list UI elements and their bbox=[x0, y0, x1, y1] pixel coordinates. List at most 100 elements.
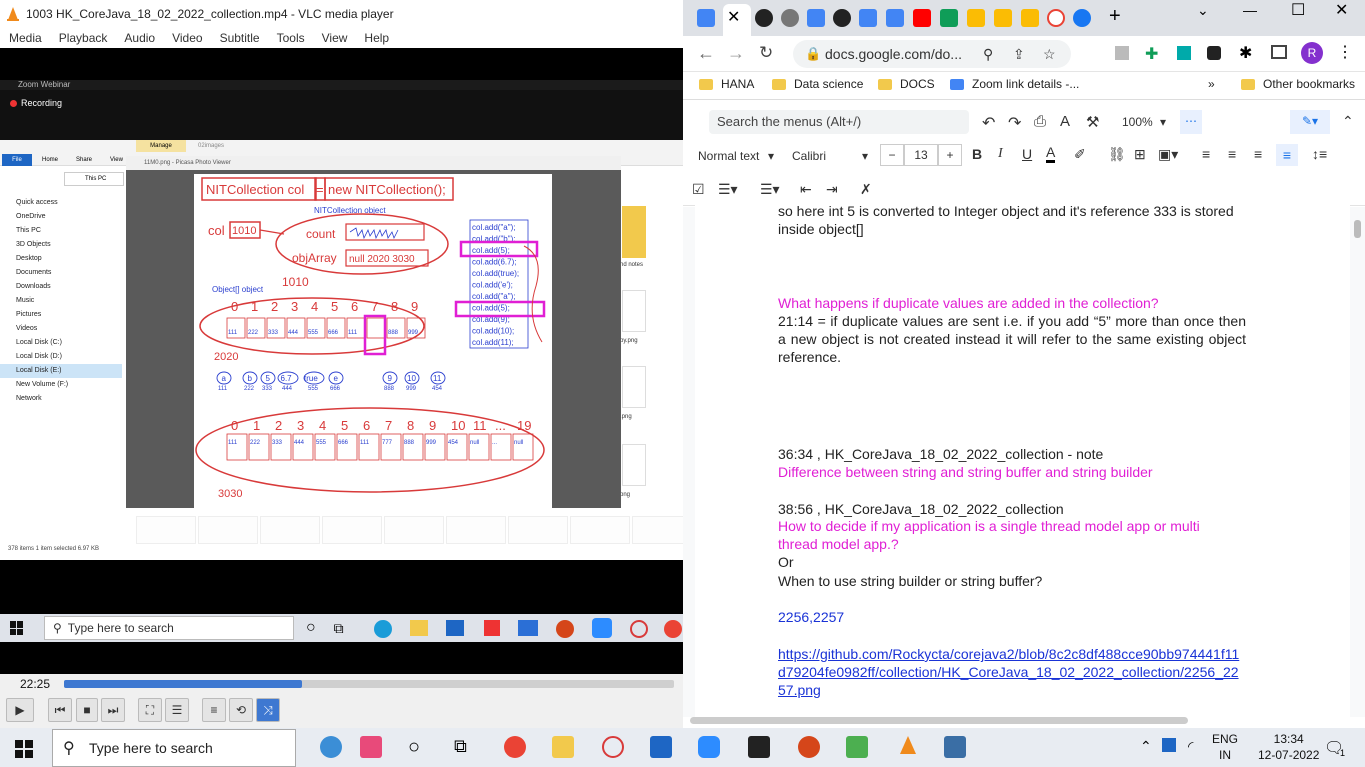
inner-search-box[interactable]: ⚲ Type here to search bbox=[44, 616, 294, 640]
play-button[interactable]: ▶ bbox=[6, 698, 34, 722]
docs-tab-icon[interactable] bbox=[886, 9, 904, 27]
vlc-menu-subtitle[interactable]: Subtitle bbox=[220, 31, 260, 45]
app-chart-icon[interactable] bbox=[360, 736, 382, 758]
link-icon[interactable]: ⛓ bbox=[1108, 146, 1126, 163]
spellcheck-icon[interactable]: A bbox=[1060, 113, 1070, 130]
bookmark-hana[interactable]: HANA bbox=[699, 77, 754, 91]
task-view-icon[interactable]: ⧉ bbox=[454, 736, 467, 757]
store-taskbar-icon[interactable] bbox=[650, 736, 672, 758]
sticky-notes-taskbar-icon[interactable] bbox=[748, 736, 770, 758]
playlist-button[interactable]: ≡ bbox=[202, 698, 226, 722]
back-icon[interactable]: ← bbox=[697, 43, 715, 64]
extension-icon[interactable] bbox=[1207, 46, 1221, 60]
inner-chrome-icon[interactable] bbox=[664, 620, 682, 638]
chevron-down-icon[interactable]: ▾ bbox=[1160, 115, 1166, 129]
tray-app-icon[interactable] bbox=[1162, 738, 1176, 752]
align-left-icon[interactable]: ≡ bbox=[1202, 146, 1210, 162]
comment-icon[interactable]: ⊞ bbox=[1134, 146, 1146, 163]
collapse-toolbar-icon[interactable]: ⌃ bbox=[1342, 113, 1354, 130]
github-tab-icon[interactable] bbox=[755, 9, 773, 27]
explorer-view-tab[interactable]: View bbox=[110, 154, 123, 166]
menu-search-input[interactable]: Search the menus (Alt+/) bbox=[709, 110, 969, 134]
inner-zoom-icon[interactable] bbox=[592, 618, 612, 638]
checklist-icon[interactable]: ☑ bbox=[692, 181, 705, 198]
inner-record-icon[interactable] bbox=[556, 620, 574, 638]
chrome-taskbar-icon[interactable] bbox=[504, 736, 526, 758]
filmstrip-thumb[interactable] bbox=[198, 516, 258, 544]
explorer-breadcrumb[interactable]: This PC bbox=[64, 172, 124, 186]
bulleted-list-icon[interactable]: ☰▾ bbox=[718, 181, 738, 198]
vlc-taskbar-icon[interactable] bbox=[896, 734, 920, 758]
explorer-nav-item[interactable]: Local Disk (C:) bbox=[0, 336, 122, 350]
share-icon[interactable]: ⇪ bbox=[1013, 40, 1025, 68]
align-center-icon[interactable]: ≡ bbox=[1228, 146, 1236, 162]
bookmark-other[interactable]: Other bookmarks bbox=[1241, 77, 1355, 91]
inner-cortana-icon[interactable]: ○ bbox=[306, 619, 316, 637]
bold-icon[interactable]: B bbox=[972, 146, 982, 162]
folder-thumbnail[interactable] bbox=[622, 206, 646, 258]
inner-app-icon[interactable] bbox=[484, 620, 500, 636]
vlc-menu-media[interactable]: Media bbox=[9, 31, 42, 45]
filmstrip-thumb[interactable] bbox=[260, 516, 320, 544]
inner-snip-icon[interactable] bbox=[630, 620, 648, 638]
extended-settings-button[interactable]: ☰ bbox=[165, 698, 189, 722]
image-thumbnail[interactable] bbox=[622, 444, 646, 486]
clear-formatting-icon[interactable]: ✗ bbox=[860, 181, 872, 198]
stop-button[interactable]: ■ bbox=[76, 698, 98, 722]
photos-taskbar-icon[interactable] bbox=[944, 736, 966, 758]
google-tab-icon[interactable] bbox=[1047, 9, 1065, 27]
previous-button[interactable]: ⏮ bbox=[48, 698, 72, 722]
start-windows-icon[interactable] bbox=[15, 740, 33, 758]
vlc-menu-help[interactable]: Help bbox=[364, 31, 389, 45]
explorer-nav-item[interactable]: Quick access bbox=[0, 196, 122, 210]
facebook-tab-icon[interactable] bbox=[1073, 9, 1091, 27]
bookmark-data-science[interactable]: Data science bbox=[772, 77, 863, 91]
explorer-nav-item[interactable]: Music bbox=[0, 294, 122, 308]
explorer-nav-item[interactable]: Pictures bbox=[0, 308, 122, 322]
bookmark-zoom-link[interactable]: Zoom link details -... bbox=[950, 77, 1079, 91]
explorer-share-tab[interactable]: Share bbox=[76, 154, 92, 166]
doc-github-link[interactable]: https://github.com/Rockycta/corejava2/bl… bbox=[778, 645, 1246, 699]
inner-windows-icon[interactable] bbox=[10, 621, 24, 635]
zoom-taskbar-icon[interactable] bbox=[698, 736, 720, 758]
explorer-taskbar-icon[interactable] bbox=[552, 736, 574, 758]
underline-icon[interactable]: U bbox=[1022, 146, 1032, 162]
taskbar-search-box[interactable]: ⚲ Type here to search bbox=[52, 729, 296, 767]
language-indicator[interactable]: ENG IN bbox=[1212, 731, 1238, 763]
explorer-nav-item[interactable]: This PC bbox=[0, 224, 122, 238]
increase-indent-icon[interactable]: ⇥ bbox=[826, 181, 838, 198]
sheets-tab-icon[interactable] bbox=[940, 9, 958, 27]
forward-icon[interactable]: → bbox=[727, 43, 745, 64]
numbered-list-icon[interactable]: ☰▾ bbox=[760, 181, 780, 198]
zoom-lens-icon[interactable]: ⚲ bbox=[983, 40, 993, 68]
explorer-nav-item[interactable]: 3D Objects bbox=[0, 238, 122, 252]
tab-search-icon[interactable]: ⌄ bbox=[1197, 2, 1209, 19]
explorer-nav-item[interactable]: Desktop bbox=[0, 252, 122, 266]
align-right-icon[interactable]: ≡ bbox=[1254, 146, 1262, 162]
youtube-tab-icon[interactable] bbox=[913, 9, 931, 27]
filmstrip-thumb[interactable] bbox=[384, 516, 444, 544]
image-icon[interactable]: ▣▾ bbox=[1158, 146, 1178, 163]
inner-store-icon[interactable] bbox=[446, 620, 464, 636]
maximize-icon[interactable]: ☐ bbox=[1291, 0, 1305, 20]
omnibox[interactable]: 🔒 docs.google.com/do... ⚲ ⇪ ☆ bbox=[793, 40, 1071, 68]
extensions-puzzle-icon[interactable]: ✱ bbox=[1239, 43, 1252, 63]
drive-tab-icon[interactable] bbox=[967, 9, 985, 27]
inner-edge-icon[interactable] bbox=[374, 620, 392, 638]
font-size-increase-icon[interactable]: + bbox=[938, 144, 962, 166]
snipping-taskbar-icon[interactable] bbox=[602, 736, 624, 758]
docs-tab-icon[interactable] bbox=[859, 9, 877, 27]
paint-format-icon[interactable]: ⚒ bbox=[1086, 113, 1099, 131]
explorer-tab-manage[interactable]: Manage bbox=[136, 140, 186, 152]
explorer-nav-item-selected[interactable]: Local Disk (E:) bbox=[0, 364, 122, 378]
explorer-file-tab[interactable]: File bbox=[2, 154, 32, 166]
font-select[interactable]: Calibri bbox=[792, 149, 826, 163]
minimize-icon[interactable]: — bbox=[1243, 2, 1257, 18]
filmstrip-thumb[interactable] bbox=[446, 516, 506, 544]
horizontal-scrollbar[interactable] bbox=[690, 717, 1188, 724]
loop-button[interactable]: ⟲ bbox=[229, 698, 253, 722]
chevron-down-icon[interactable]: ▾ bbox=[862, 149, 868, 163]
cortana-icon[interactable]: ○ bbox=[408, 736, 420, 759]
decrease-indent-icon[interactable]: ⇤ bbox=[800, 181, 812, 198]
close-tab-icon[interactable]: ✕ bbox=[727, 7, 740, 27]
